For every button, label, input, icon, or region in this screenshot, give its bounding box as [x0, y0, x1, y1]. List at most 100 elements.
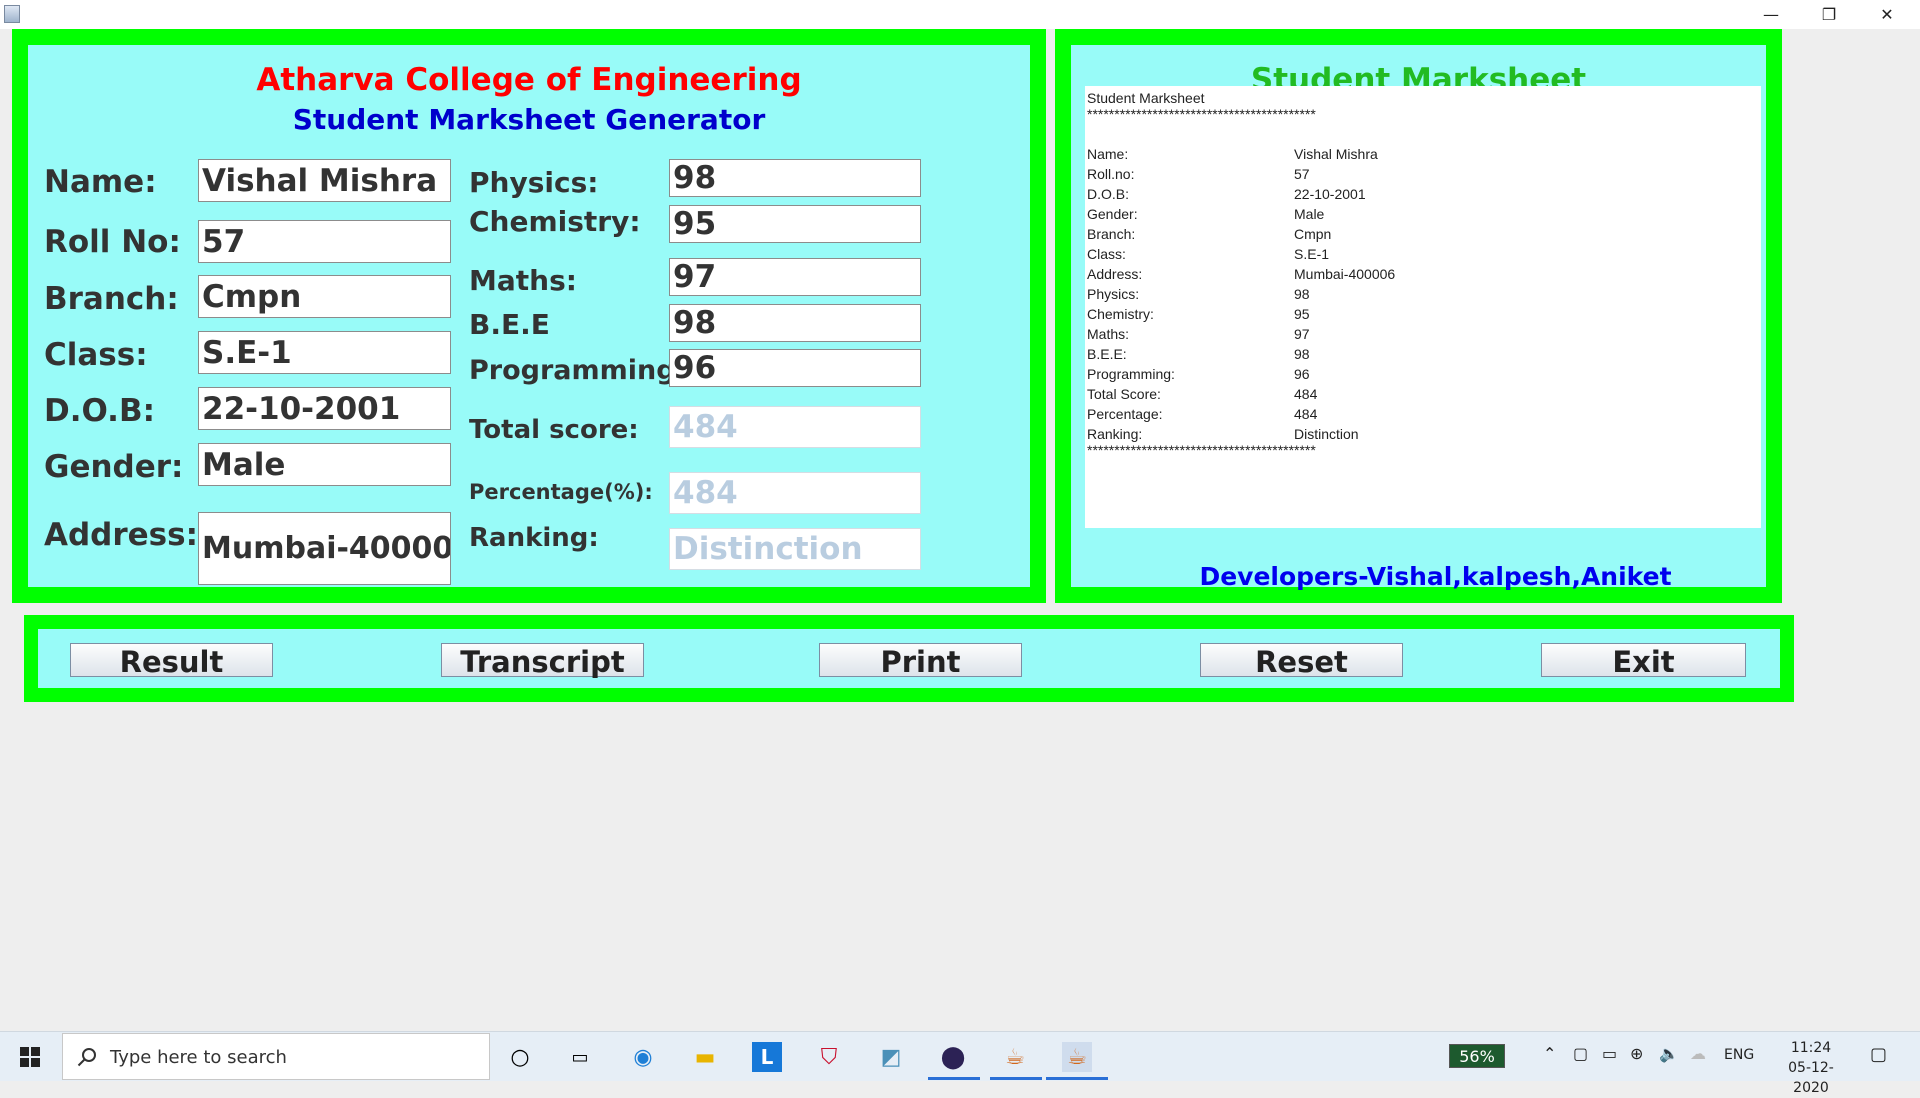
physics-field[interactable]: 98 [669, 159, 921, 197]
battery-indicator[interactable]: 56% [1449, 1044, 1505, 1068]
branch-label: Branch: [44, 281, 179, 317]
windows-taskbar: Type here to search ○ ▭ ◉ ▬ L ⛉ ◩ ⬤ ☕ ☕ … [0, 1031, 1920, 1096]
dob-label: D.O.B: [44, 393, 155, 429]
marksheet-separator-top: ****************************************… [1087, 106, 1316, 122]
name-field[interactable]: Vishal Mishra [198, 159, 451, 202]
eclipse-icon[interactable]: ⬤ [938, 1042, 968, 1072]
java-app-icon-1[interactable]: ☕ [1000, 1042, 1030, 1072]
marksheet-row-value: 57 [1294, 166, 1310, 182]
close-icon: ✕ [1880, 5, 1894, 24]
result-button[interactable]: Result [70, 643, 273, 679]
marksheet-row-value: 95 [1294, 306, 1310, 322]
marksheet-row-value: S.E-1 [1294, 246, 1330, 262]
marksheet-textarea[interactable]: Student Marksheet **********************… [1085, 86, 1761, 528]
branch-field[interactable]: Cmpn [198, 275, 451, 318]
battery-tray-icon[interactable]: ▭ [1602, 1044, 1617, 1063]
marksheet-row-value: Vishal Mishra [1294, 146, 1378, 162]
minimize-button[interactable]: — [1742, 0, 1800, 29]
restore-icon: ❐ [1821, 5, 1837, 24]
marksheet-separator-bottom: ****************************************… [1087, 442, 1316, 458]
ranking-label: Ranking: [469, 523, 599, 553]
programming-label: Programming: [469, 355, 687, 386]
class-label: Class: [44, 337, 148, 373]
close-button[interactable]: ✕ [1858, 0, 1916, 29]
marksheet-row-value: 98 [1294, 286, 1310, 302]
marksheet-row-label: Gender: [1087, 206, 1138, 222]
clock-date: 05-12-2020 [1788, 1060, 1834, 1096]
print-button[interactable]: Print [819, 643, 1022, 679]
windows-start-icon[interactable] [20, 1047, 40, 1067]
system-clock[interactable]: 11:24 05-12-2020 [1776, 1038, 1846, 1098]
marksheet-row-label: Physics: [1087, 286, 1140, 302]
marksheet-row-value: Mumbai-400006 [1294, 266, 1396, 282]
developers-credit: Developers-Vishal,kalpesh,Aniket [1199, 562, 1672, 591]
onedrive-cloud-icon[interactable]: ☁ [1690, 1044, 1706, 1063]
percentage-label: Percentage(%): [469, 480, 653, 504]
total-score-label: Total score: [469, 415, 639, 445]
marksheet-row-value: 22-10-2001 [1294, 186, 1366, 202]
dob-field[interactable]: 22-10-2001 [198, 387, 451, 430]
window-titlebar: — ❐ ✕ [0, 0, 1920, 29]
marksheet-row-value: 97 [1294, 326, 1310, 342]
programming-field[interactable]: 96 [669, 349, 921, 387]
volume-icon[interactable]: 🔈 [1659, 1044, 1679, 1063]
search-icon [77, 1048, 96, 1067]
l-app-icon[interactable]: L [752, 1042, 782, 1072]
marksheet-heading: Student Marksheet [1087, 90, 1205, 106]
clock-time: 11:24 [1790, 1040, 1832, 1056]
search-placeholder: Type here to search [110, 1047, 287, 1068]
bee-field[interactable]: 98 [669, 304, 921, 342]
restore-button[interactable]: ❐ [1800, 0, 1858, 29]
chemistry-field[interactable]: 95 [669, 205, 921, 243]
marksheet-row-label: Ranking: [1087, 426, 1143, 442]
marksheet-row-label: Class: [1087, 246, 1126, 262]
task-view-icon[interactable]: ▭ [565, 1042, 595, 1072]
student-form-panel: Atharva College of Engineering Student M… [12, 29, 1046, 603]
physics-label: Physics: [469, 166, 599, 199]
name-label: Name: [44, 164, 157, 200]
gender-label: Gender: [44, 449, 184, 485]
ranking-field: Distinction [669, 528, 921, 570]
reset-button[interactable]: Reset [1200, 643, 1403, 679]
file-explorer-icon[interactable]: ▬ [690, 1042, 720, 1072]
marksheet-row-value: Cmpn [1294, 226, 1332, 242]
marksheet-row-label: Name: [1087, 146, 1129, 162]
marksheet-row-value: 96 [1294, 366, 1310, 382]
marksheet-row-label: Total Score: [1087, 386, 1161, 402]
java-app-icon-2[interactable]: ☕ [1062, 1042, 1092, 1072]
roll-label: Roll No: [44, 224, 181, 260]
marksheet-row-label: Chemistry: [1087, 306, 1154, 322]
gender-field[interactable]: Male [198, 443, 451, 486]
marksheet-row-value: 484 [1294, 406, 1318, 422]
taskbar-search-box[interactable]: Type here to search [62, 1033, 490, 1080]
device-icon[interactable]: ▢ [1573, 1044, 1588, 1063]
marksheet-row-value: 484 [1294, 386, 1318, 402]
marksheet-row-label: Programming: [1087, 366, 1175, 382]
roll-field[interactable]: 57 [198, 220, 451, 263]
edge-browser-icon[interactable]: ◉ [628, 1042, 658, 1072]
exit-button[interactable]: Exit [1541, 643, 1746, 679]
class-field[interactable]: S.E-1 [198, 331, 451, 374]
notepad-icon[interactable]: ◩ [876, 1042, 906, 1072]
cortana-icon[interactable]: ○ [505, 1042, 535, 1072]
address-label: Address: [44, 517, 198, 553]
percentage-field: 484 [669, 472, 921, 514]
mcafee-icon[interactable]: ⛉ [814, 1042, 844, 1072]
marksheet-row-label: D.O.B: [1087, 186, 1130, 202]
show-hidden-icons-chevron[interactable]: ⌃ [1543, 1044, 1556, 1063]
marksheet-row-value: Distinction [1294, 426, 1359, 442]
language-indicator[interactable]: ENG [1724, 1047, 1754, 1063]
notifications-icon[interactable]: ▢ [1870, 1044, 1887, 1065]
marksheet-row-label: B.E.E: [1087, 346, 1127, 362]
marksheet-panel: Student Marksheet Student Marksheet ****… [1055, 29, 1782, 603]
marksheet-row-label: Percentage: [1087, 406, 1163, 422]
address-field[interactable]: Mumbai-400006 [198, 512, 451, 585]
transcript-button[interactable]: Transcript [441, 643, 644, 679]
network-globe-icon[interactable]: ⊕ [1630, 1044, 1643, 1063]
marksheet-row-value: 98 [1294, 346, 1310, 362]
bee-label: B.E.E [469, 308, 550, 341]
minimize-icon: — [1763, 5, 1779, 24]
maths-field[interactable]: 97 [669, 258, 921, 296]
actions-panel: Result Transcript Print Reset Exit [24, 615, 1794, 702]
college-title: Atharva College of Engineering [256, 62, 802, 98]
